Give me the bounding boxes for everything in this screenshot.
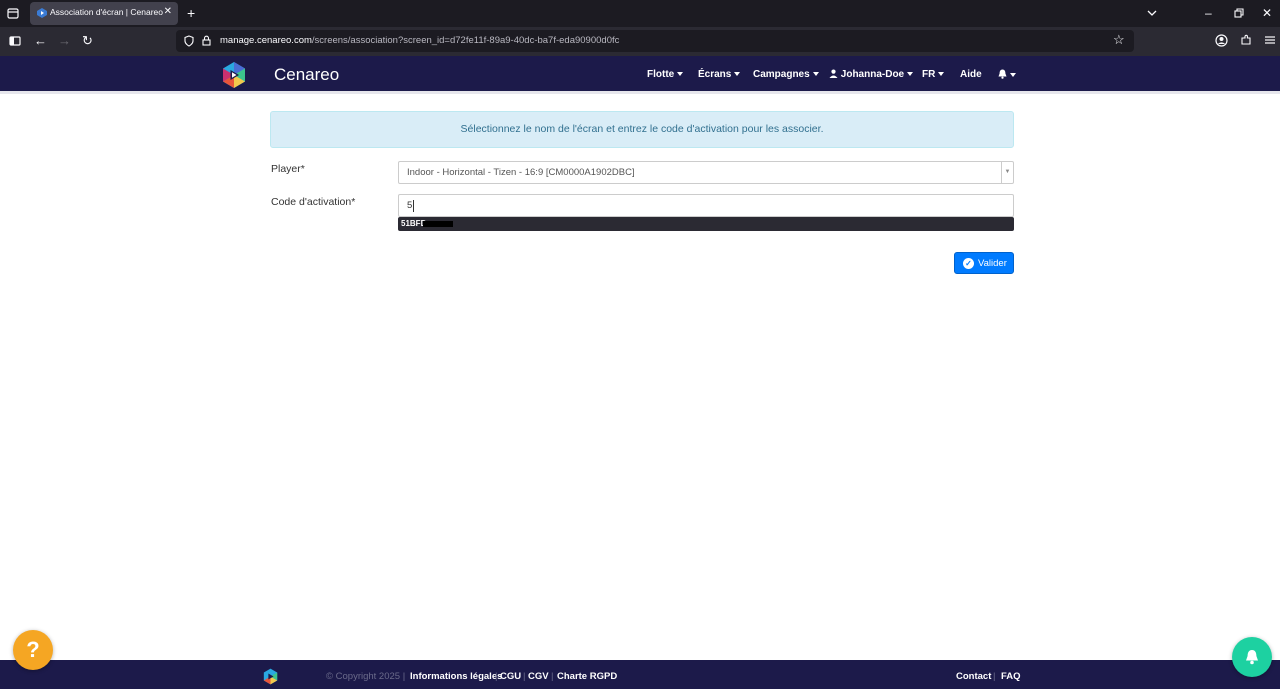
caret-down-icon <box>677 72 684 76</box>
new-tab-icon[interactable]: + <box>187 6 195 20</box>
footer-link-rgpd[interactable]: Charte RGPD <box>557 671 617 682</box>
browser-tab-active[interactable]: Association d'écran | Cenareo ✕ <box>30 2 178 25</box>
nav-language[interactable]: FR <box>922 69 945 80</box>
cenareo-footer-logo-icon[interactable] <box>262 668 279 685</box>
nav-notifications[interactable] <box>998 69 1016 81</box>
app-header: Cenareo Flotte Écrans Campagnes Johanna-… <box>0 56 1280 94</box>
submit-button[interactable]: ✓ Valider <box>954 252 1014 274</box>
nav-ecrans[interactable]: Écrans <box>698 69 741 80</box>
activation-code-value: 5 <box>407 200 413 211</box>
url-path: /screens/association?screen_id=d72fe11f-… <box>311 35 620 46</box>
nav-user-label: Johanna-Doe <box>840 69 905 80</box>
check-circle-icon: ✓ <box>963 258 974 269</box>
activation-code-label: Code d'activation* <box>271 196 356 208</box>
extensions-puzzle-icon[interactable] <box>1240 34 1252 49</box>
url-host: manage.cenareo.com <box>220 35 312 46</box>
lock-icon[interactable] <box>202 35 211 49</box>
caret-down-icon <box>938 72 945 76</box>
select-arrow-icon[interactable]: ▼ <box>1001 162 1013 183</box>
minimize-icon[interactable]: – <box>1205 6 1212 20</box>
footer-link-contact[interactable]: Contact <box>956 671 991 682</box>
copyright-text: © Copyright 2025 | <box>326 671 406 682</box>
redacted-mask <box>423 221 453 227</box>
footer-link-cgv[interactable]: CGV <box>528 671 549 682</box>
nav-language-label: FR <box>922 69 936 80</box>
nav-ecrans-label: Écrans <box>698 69 732 80</box>
submit-button-label: Valider <box>978 258 1007 269</box>
tab-title: Association d'écran | Cenareo <box>50 7 163 17</box>
autocomplete-suggestion[interactable]: 51BFD <box>398 217 1014 231</box>
footer-separator: | <box>993 671 996 682</box>
player-select[interactable]: Indoor - Horizontal - Tizen - 16:9 [CM00… <box>398 161 1014 184</box>
cenareo-favicon-icon <box>37 8 47 18</box>
nav-flotte[interactable]: Flotte <box>647 69 684 80</box>
player-label: Player* <box>271 163 305 175</box>
help-button[interactable]: ? <box>13 630 53 670</box>
restore-icon[interactable] <box>1234 7 1244 21</box>
forward-arrow-icon[interactable]: → <box>58 34 71 48</box>
shield-icon[interactable] <box>184 35 194 50</box>
caret-down-icon <box>907 72 914 76</box>
nav-campagnes-label: Campagnes <box>753 69 810 80</box>
footer-link-faq[interactable]: FAQ <box>1001 671 1021 682</box>
tab-list-chevron-icon[interactable] <box>1147 7 1157 21</box>
menu-hamburger-icon[interactable] <box>1264 34 1276 49</box>
close-window-icon[interactable]: ✕ <box>1262 6 1272 20</box>
sidebar-toggle-icon[interactable] <box>9 35 21 50</box>
user-icon <box>829 69 838 78</box>
caret-down-icon <box>734 72 741 76</box>
text-cursor <box>413 200 414 212</box>
nav-campagnes[interactable]: Campagnes <box>753 69 819 80</box>
footer: © Copyright 2025 | Informations légales … <box>0 660 1280 689</box>
player-select-value: Indoor - Horizontal - Tizen - 16:9 [CM00… <box>407 167 635 178</box>
footer-separator: | <box>523 671 526 682</box>
address-bar[interactable]: manage.cenareo.com/screens/association?s… <box>176 30 1134 52</box>
activation-code-input[interactable]: 5 <box>398 194 1014 217</box>
nav-aide[interactable]: Aide <box>960 69 982 80</box>
caret-down-icon <box>812 72 819 76</box>
notification-button[interactable] <box>1232 637 1272 677</box>
bell-icon <box>1246 650 1258 665</box>
bookmark-star-icon[interactable]: ☆ <box>1113 33 1125 47</box>
nav-aide-label: Aide <box>960 69 982 80</box>
url-text[interactable]: manage.cenareo.com/screens/association?s… <box>220 35 619 46</box>
cenareo-logo-icon[interactable] <box>220 61 248 89</box>
info-alert: Sélectionnez le nom de l'écran et entrez… <box>270 111 1014 148</box>
footer-link-legal[interactable]: Informations légales <box>410 671 502 682</box>
nav-flotte-label: Flotte <box>647 69 675 80</box>
browser-tab-bar: Association d'écran | Cenareo ✕ + – ✕ <box>0 0 1280 27</box>
back-arrow-icon[interactable]: ← <box>34 34 47 48</box>
caret-down-icon <box>1010 73 1016 77</box>
footer-separator: | <box>551 671 554 682</box>
tab-overview-icon[interactable] <box>6 7 20 21</box>
footer-link-cgu[interactable]: CGU <box>500 671 521 682</box>
bell-icon <box>998 69 1007 79</box>
nav-user[interactable]: Johanna-Doe <box>829 69 914 80</box>
browser-toolbar: ← → ↻ manage.cenareo.com/screens/associa… <box>0 27 1280 56</box>
reload-icon[interactable]: ↻ <box>82 34 93 48</box>
close-tab-icon[interactable]: ✕ <box>164 6 172 17</box>
account-icon[interactable] <box>1215 34 1228 50</box>
footer-separator: | <box>495 671 498 682</box>
brand-name[interactable]: Cenareo <box>274 65 339 85</box>
